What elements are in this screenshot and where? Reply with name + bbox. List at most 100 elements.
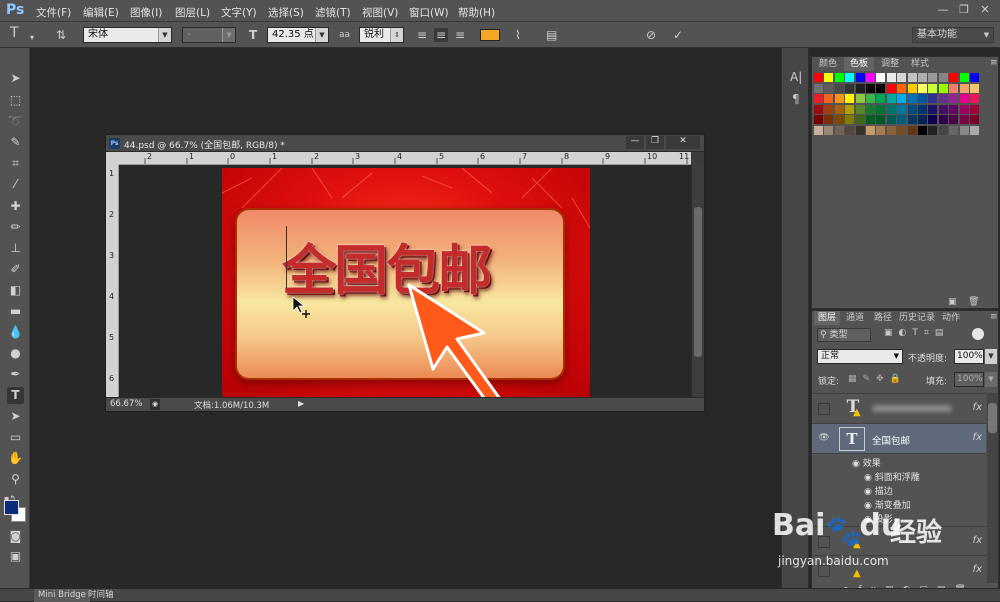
opacity-dropdown-icon[interactable]: ▼ bbox=[985, 349, 997, 364]
color-swatch[interactable] bbox=[897, 104, 907, 114]
color-swatch[interactable] bbox=[959, 73, 969, 82]
menu-filter[interactable]: 滤镜(T) bbox=[315, 5, 351, 20]
color-swatch[interactable] bbox=[938, 73, 948, 82]
effect-item[interactable]: ◉ 描边 bbox=[864, 484, 893, 497]
color-swatch[interactable] bbox=[907, 125, 917, 135]
color-swatch[interactable] bbox=[886, 94, 896, 103]
color-swatch[interactable] bbox=[970, 125, 979, 135]
color-swatch[interactable] bbox=[834, 73, 844, 82]
dodge-tool-icon[interactable]: ● bbox=[7, 345, 24, 362]
document-title-bar[interactable]: Ps 44.psd @ 66.7% (全国包邮, RGB/8) * — ❐ ✕ bbox=[106, 135, 704, 152]
foreground-color-swatch[interactable] bbox=[4, 500, 19, 515]
doc-maximize-button[interactable]: ❐ bbox=[646, 136, 664, 149]
commit-icon[interactable]: ✓ bbox=[673, 28, 683, 42]
color-swatch[interactable] bbox=[824, 125, 834, 135]
hand-tool-icon[interactable]: ✋ bbox=[7, 450, 24, 467]
menu-image[interactable]: 图像(I) bbox=[130, 5, 162, 20]
color-swatch[interactable] bbox=[814, 125, 823, 135]
color-swatch[interactable] bbox=[959, 94, 969, 103]
panel-menu-icon[interactable]: ≡ bbox=[990, 312, 998, 322]
blend-mode-select[interactable]: 正常 ▼ bbox=[817, 349, 903, 364]
color-swatch[interactable] bbox=[834, 104, 844, 114]
color-swatch[interactable] bbox=[834, 83, 844, 93]
color-swatch[interactable] bbox=[938, 94, 948, 103]
close-button[interactable]: ✕ bbox=[978, 4, 992, 16]
screen-mode-icon[interactable]: ▣ bbox=[7, 548, 24, 565]
cancel-icon[interactable]: ⊘ bbox=[646, 28, 656, 42]
color-swatch[interactable] bbox=[886, 83, 896, 93]
gradient-tool-icon[interactable]: ▬ bbox=[7, 303, 24, 320]
color-swatch[interactable] bbox=[886, 73, 896, 82]
color-swatch[interactable] bbox=[845, 125, 855, 135]
lock-icons[interactable]: ▦✎✥🔒 bbox=[848, 374, 907, 384]
tab-timeline[interactable]: 时间轴 bbox=[84, 589, 118, 602]
color-swatch[interactable] bbox=[959, 104, 969, 114]
color-swatch[interactable] bbox=[866, 73, 875, 82]
color-swatch[interactable] bbox=[845, 83, 855, 93]
rectangle-tool-icon[interactable]: ▭ bbox=[7, 429, 24, 446]
color-swatch[interactable] bbox=[959, 125, 969, 135]
minimize-button[interactable]: — bbox=[936, 4, 950, 16]
color-swatch[interactable] bbox=[897, 73, 907, 82]
eyedropper-tool-icon[interactable]: ⁄ bbox=[7, 176, 24, 193]
color-swatch[interactable] bbox=[907, 115, 917, 124]
color-swatch[interactable] bbox=[845, 104, 855, 114]
character-panel-icon[interactable]: A| bbox=[790, 70, 802, 84]
color-swatch[interactable] bbox=[897, 94, 907, 103]
color-swatch[interactable] bbox=[855, 83, 865, 93]
color-swatch[interactable] bbox=[897, 125, 907, 135]
color-swatch[interactable] bbox=[938, 115, 948, 124]
color-swatch[interactable] bbox=[928, 83, 938, 93]
scroll-thumb[interactable] bbox=[988, 403, 997, 433]
quick-mask-icon[interactable]: ◙ bbox=[7, 528, 24, 545]
text-color-swatch[interactable] bbox=[480, 29, 500, 41]
horizontal-ruler[interactable]: 2 1 0 1 2 3 4 5 6 7 8 9 10 11 bbox=[119, 152, 691, 165]
color-swatch[interactable] bbox=[886, 115, 896, 124]
color-swatch[interactable] bbox=[876, 73, 886, 82]
panel-menu-icon[interactable]: ≡ bbox=[990, 58, 998, 68]
color-swatch[interactable] bbox=[918, 94, 927, 103]
color-swatch[interactable] bbox=[918, 125, 927, 135]
color-swatch[interactable] bbox=[918, 83, 927, 93]
color-swatch[interactable] bbox=[845, 94, 855, 103]
tab-styles[interactable]: 样式 bbox=[906, 57, 934, 71]
menu-view[interactable]: 视图(V) bbox=[362, 5, 398, 20]
menu-window[interactable]: 窗口(W) bbox=[409, 5, 449, 20]
color-swatch[interactable] bbox=[928, 125, 938, 135]
type-tool-icon[interactable]: T bbox=[7, 387, 24, 404]
color-swatch[interactable] bbox=[866, 125, 875, 135]
effects-header[interactable]: ◉ 效果 bbox=[852, 456, 881, 469]
clone-stamp-tool-icon[interactable]: ⊥ bbox=[7, 240, 24, 257]
font-style-select[interactable]: - ▼ bbox=[182, 27, 236, 43]
color-swatch[interactable] bbox=[834, 94, 844, 103]
color-swatch[interactable] bbox=[907, 94, 917, 103]
color-swatch[interactable] bbox=[970, 94, 979, 103]
doc-close-button[interactable]: ✕ bbox=[666, 136, 700, 149]
menu-file[interactable]: 文件(F) bbox=[36, 5, 71, 20]
color-swatch[interactable] bbox=[876, 104, 886, 114]
layer-filter-icons[interactable]: ▣◐T⌗▤ bbox=[884, 328, 949, 338]
fx-icon[interactable]: fx bbox=[973, 402, 982, 413]
color-swatch[interactable] bbox=[814, 104, 823, 114]
color-swatch[interactable] bbox=[897, 115, 907, 124]
tab-mini-bridge[interactable]: Mini Bridge bbox=[34, 589, 90, 602]
color-swatch[interactable] bbox=[876, 115, 886, 124]
new-swatch-icon[interactable]: ▣ bbox=[948, 297, 957, 307]
color-swatch[interactable] bbox=[949, 94, 959, 103]
color-swatch[interactable] bbox=[959, 115, 969, 124]
color-swatch[interactable] bbox=[866, 104, 875, 114]
healing-brush-tool-icon[interactable]: ✚ bbox=[7, 198, 24, 215]
move-tool-icon[interactable]: ➤ bbox=[7, 70, 24, 87]
fill-dropdown-icon[interactable]: ▼ bbox=[985, 372, 997, 387]
color-swatch[interactable] bbox=[928, 94, 938, 103]
tab-actions[interactable]: 动作 bbox=[938, 311, 964, 325]
zoom-level[interactable]: 66.67% bbox=[110, 399, 142, 409]
panels-icon[interactable]: ▤ bbox=[546, 28, 557, 42]
color-swatch[interactable] bbox=[949, 125, 959, 135]
workspace-select[interactable]: 基本功能 ▼ bbox=[912, 27, 994, 43]
color-swatch[interactable] bbox=[876, 83, 886, 93]
color-swatch[interactable] bbox=[855, 115, 865, 124]
doc-minimize-button[interactable]: — bbox=[626, 136, 644, 149]
text-tool-icon[interactable]: T bbox=[10, 26, 19, 40]
effect-item[interactable]: ◉ 斜面和浮雕 bbox=[864, 470, 920, 483]
